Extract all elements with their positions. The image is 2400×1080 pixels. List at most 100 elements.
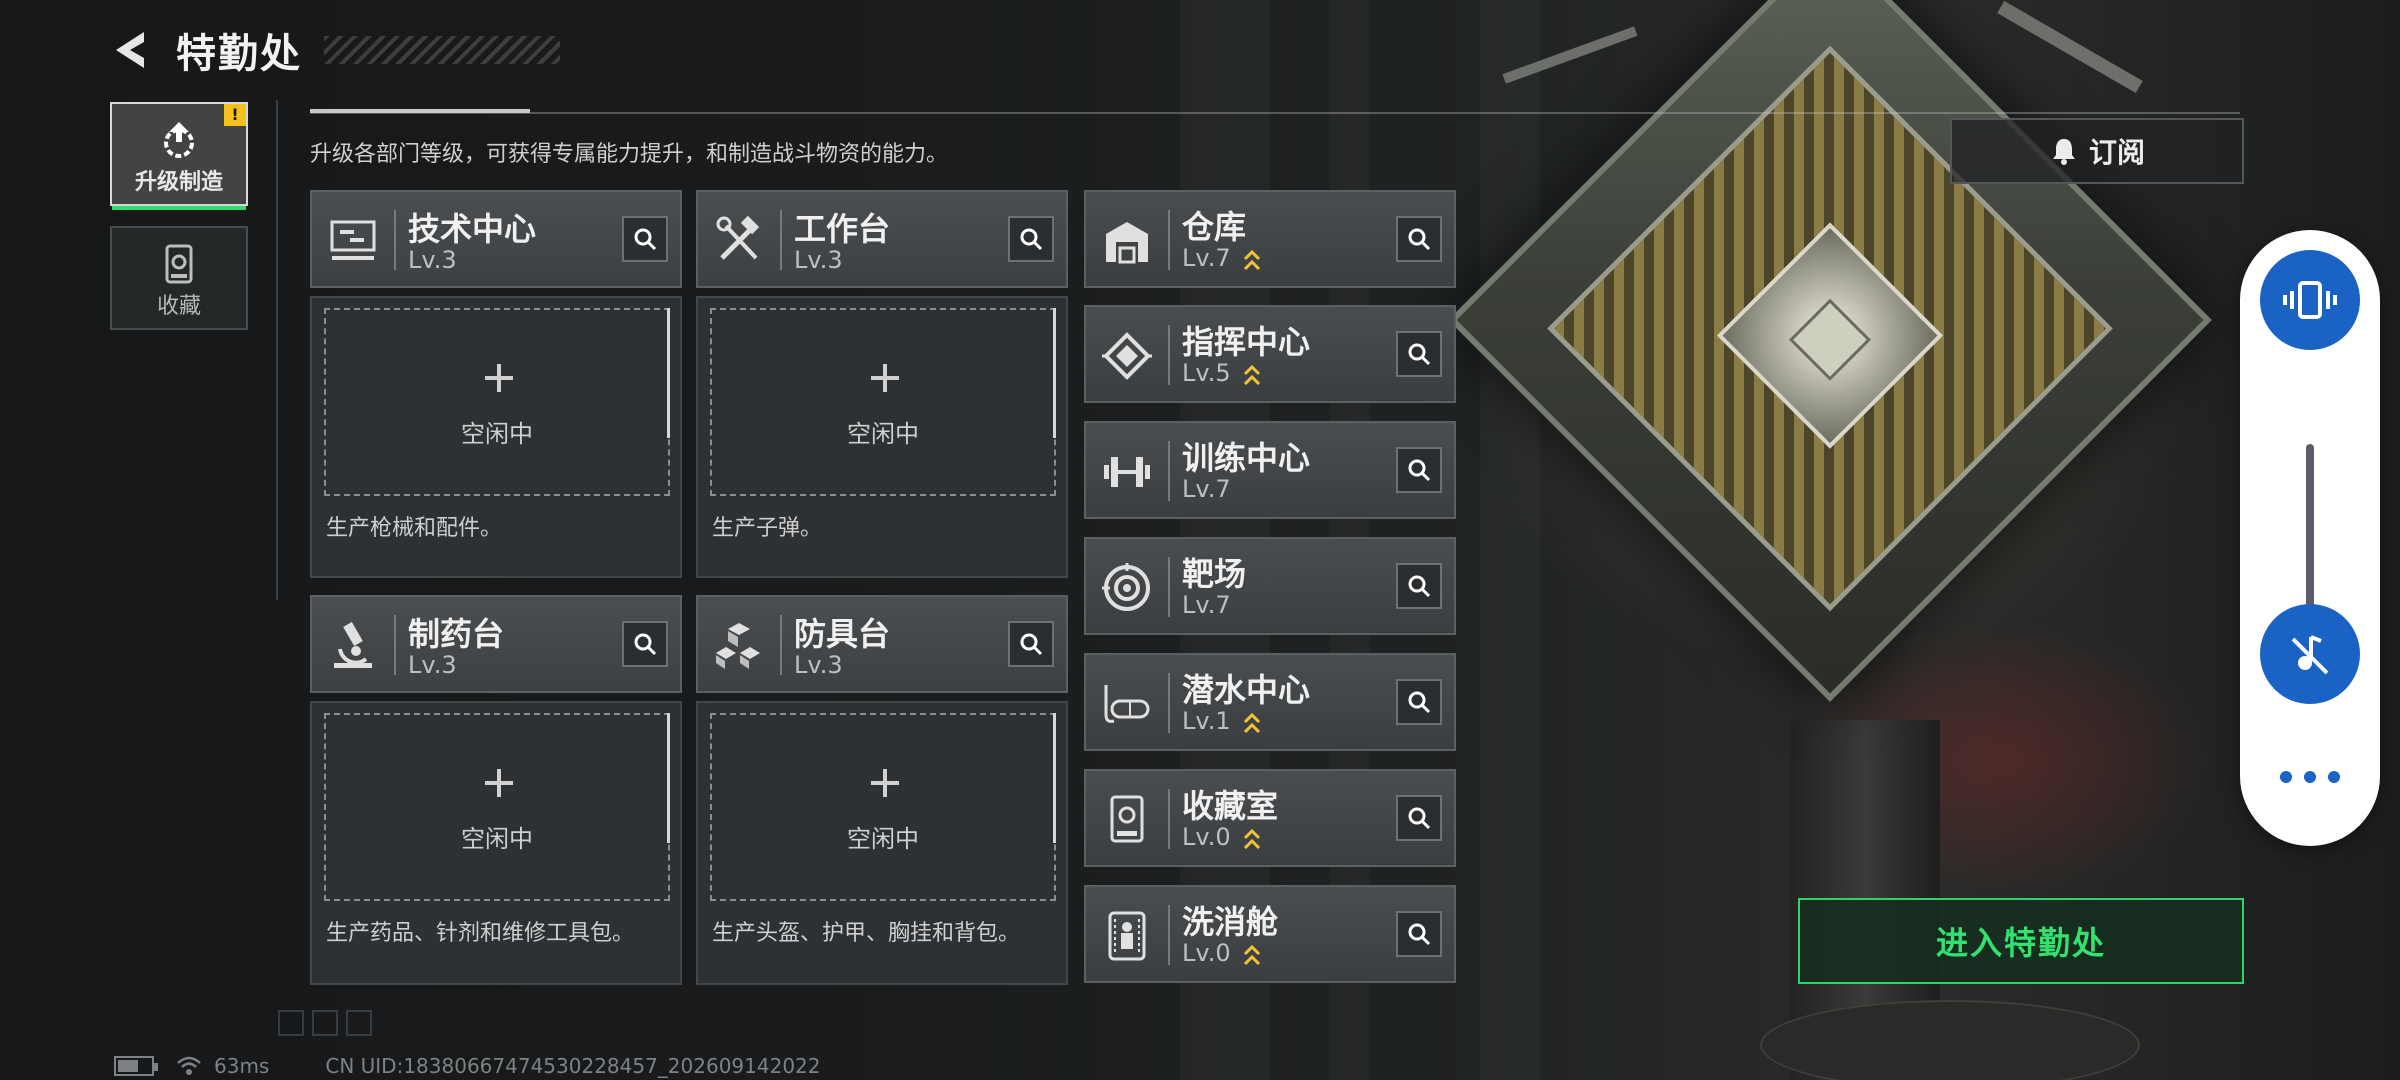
facility-warehouse[interactable]: 仓库 Lv.7 [1084,190,1456,288]
upgrade-chevrons-icon [1243,828,1261,850]
alert-badge: ! [224,104,246,126]
facility-name: 洗消舱 [1182,903,1279,941]
inspect-button[interactable] [622,621,668,667]
central-cube-structure [1448,0,2212,702]
facility-level: Lv.1 [1182,707,1231,735]
command-chip-icon [1102,332,1152,380]
plus-icon [871,769,899,797]
facility-shooting-range[interactable]: 靶场 Lv.7 [1084,537,1456,635]
inspect-button[interactable] [1008,216,1054,262]
workbench-description: 生产药品、针剂和维修工具包。 [326,921,635,946]
magnifier-icon [1408,923,1431,946]
workbench-tech-center-header[interactable]: 技术中心 Lv.3 [310,190,682,288]
workbench-description: 生产头盔、护甲、胸挂和背包。 [712,921,1021,946]
more-options-icon[interactable] [2280,765,2340,789]
status-bar: 63ms CN UID:18380667474530228457_2026091… [114,1054,821,1078]
title-decoration [324,36,560,64]
facility-name: 仓库 [1182,208,1247,246]
inspect-button[interactable] [1396,447,1442,493]
magnifier-icon [1408,228,1431,251]
magnifier-icon [1408,807,1431,830]
facility-name: 训练中心 [1182,439,1311,477]
inspect-button[interactable] [1396,331,1442,377]
mute-toggle-button[interactable] [2260,604,2360,704]
inspect-button[interactable] [622,216,668,262]
bell-icon [2052,139,2075,165]
inspect-button[interactable] [1396,563,1442,609]
workbench-armor-body: 空闲中 生产头盔、护甲、胸挂和背包。 [696,701,1068,985]
plus-icon [485,769,513,797]
bottom-decoration [278,1010,372,1036]
workbench-tools-icon [716,215,760,260]
upgrade-chevrons-icon [1243,249,1261,271]
facility-collection-room[interactable]: 收藏室 Lv.0 [1084,769,1456,867]
inspect-button[interactable] [1396,216,1442,262]
back-arrow-icon[interactable] [110,28,154,72]
workbench-workbench-body: 空闲中 生产子弹。 [696,296,1068,578]
production-slot[interactable]: 空闲中 [324,308,670,496]
facility-level: Lv.0 [1182,939,1231,967]
sidebar-divider [276,100,278,600]
inspect-button[interactable] [1396,679,1442,725]
workbench-pharmacy-body: 空闲中 生产药品、针剂和维修工具包。 [310,701,682,985]
workbench-name: 技术中心 [408,210,537,248]
warehouse-icon [1106,222,1148,264]
facility-level: Lv.5 [1182,359,1231,387]
workbench-pharmacy-header[interactable]: 制药台 Lv.3 [310,595,682,693]
magnifier-icon [1020,228,1043,251]
production-slot[interactable]: 空闲中 [710,308,1056,496]
enter-special-ops-button[interactable]: 进入特勤处 [1798,898,2244,984]
workbench-description: 生产子弹。 [712,516,823,541]
floating-control-panel [2240,230,2380,846]
facility-name: 靶场 [1182,555,1247,593]
slot-status: 空闲中 [847,420,919,448]
production-slot[interactable]: 空闲中 [324,713,670,901]
inspect-button[interactable] [1396,795,1442,841]
facility-level: Lv.7 [1182,244,1231,272]
plus-icon [871,364,899,392]
diving-mask-icon [1104,685,1150,723]
workbench-level: Lv.3 [408,651,457,679]
workbench-level: Lv.3 [794,246,843,274]
facility-decon-pod[interactable]: 洗消舱 Lv.0 [1084,885,1456,983]
battery-icon [114,1056,158,1076]
inspect-button[interactable] [1008,621,1054,667]
display-case-icon [1110,795,1144,843]
magnifier-icon [1408,343,1431,366]
magnifier-icon [634,228,657,251]
decon-pod-icon [1108,911,1146,961]
facility-level: Lv.0 [1182,823,1231,851]
workbench-name: 工作台 [794,210,891,248]
slot-status: 空闲中 [461,420,533,448]
vibrate-button[interactable] [2260,250,2360,350]
cubes-icon [716,623,760,669]
workbench-armor-header[interactable]: 防具台 Lv.3 [696,595,1068,693]
tab-label: 升级制造 [134,170,223,195]
tab-collection[interactable]: 收藏 [110,226,248,330]
subscribe-button[interactable]: 订阅 [1950,118,2244,184]
facility-name: 指挥中心 [1182,323,1311,361]
top-divider [310,109,2240,114]
upgrade-chevrons-icon [1243,712,1261,734]
collection-case-icon [165,244,193,284]
wifi-icon [177,1056,201,1075]
production-slot[interactable]: 空闲中 [710,713,1056,901]
tech-center-icon [330,220,376,260]
microscope-icon [334,621,372,668]
inspect-button[interactable] [1396,911,1442,957]
magnifier-icon [634,633,657,656]
workbench-workbench-header[interactable]: 工作台 Lv.3 [696,190,1068,288]
magnifier-icon [1408,459,1431,482]
facility-training-center[interactable]: 训练中心 Lv.7 [1084,421,1456,519]
facility-command-center[interactable]: 指挥中心 Lv.5 [1084,305,1456,403]
vibrate-icon [2283,281,2337,319]
subscribe-label: 订阅 [2088,136,2145,169]
tab-upgrade-manufacture[interactable]: ! 升级制造 [110,102,248,210]
slot-status: 空闲中 [461,825,533,853]
page-title: 特勤处 [176,31,302,77]
facility-diving-center[interactable]: 潜水中心 Lv.1 [1084,653,1456,751]
slot-status: 空闲中 [847,825,919,853]
facility-level: Lv.7 [1182,591,1231,619]
tab-label: 收藏 [156,294,201,319]
dumbbell-icon [1104,457,1150,487]
